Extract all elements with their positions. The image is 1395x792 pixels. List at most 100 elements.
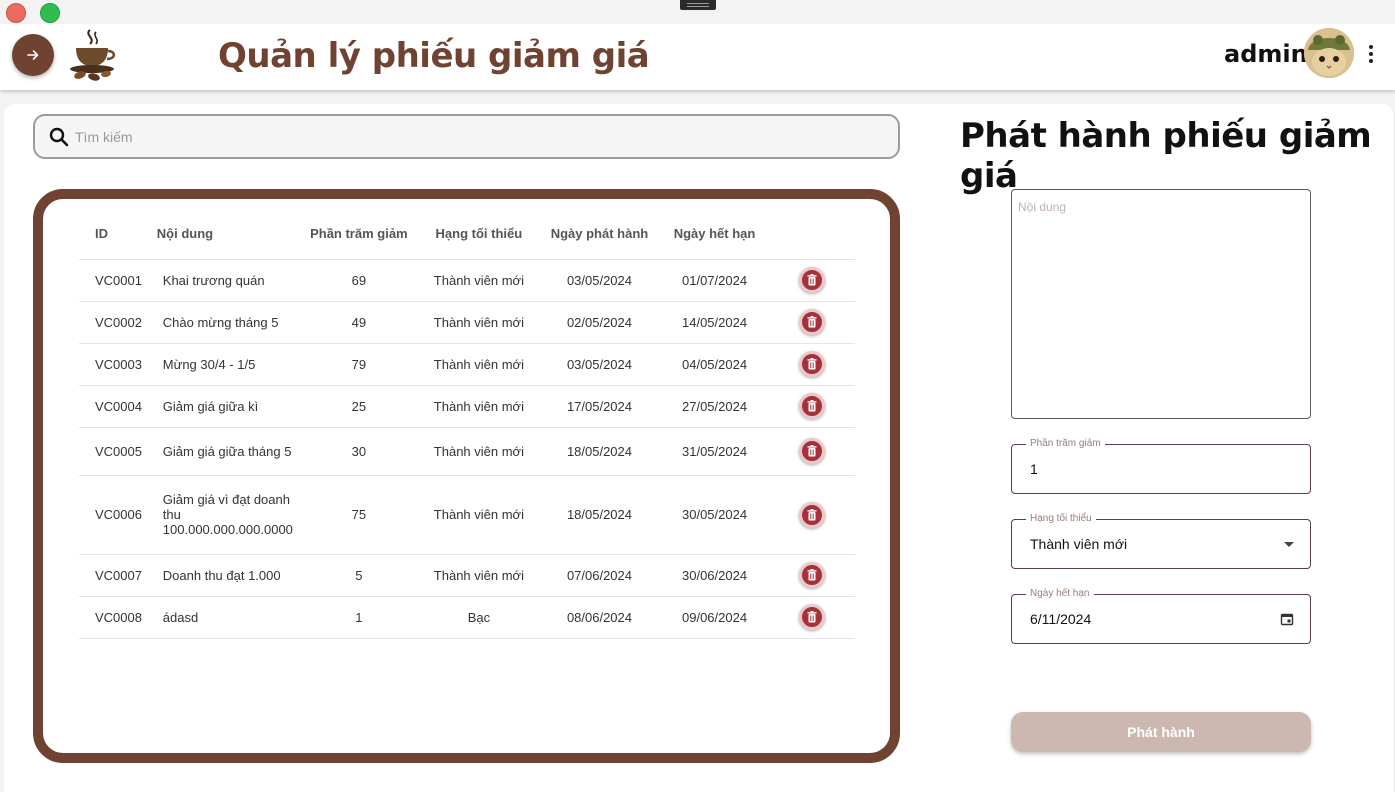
trash-icon xyxy=(807,445,817,457)
rank-select-label: Hạng tối thiểu xyxy=(1026,513,1096,524)
cell-actions xyxy=(769,475,855,555)
cell-percent: 5 xyxy=(298,554,419,597)
column-header-percent[interactable]: Phần trăm giảm xyxy=(298,209,419,260)
cell-actions xyxy=(769,343,855,386)
delete-button[interactable] xyxy=(799,438,826,464)
window-close-button[interactable] xyxy=(6,3,26,23)
column-header-content[interactable]: Nội dung xyxy=(156,209,299,260)
trash-icon xyxy=(807,508,817,520)
percent-field-value[interactable]: 1 xyxy=(1030,461,1038,477)
cell-content: ádasd xyxy=(156,596,299,639)
delete-button[interactable] xyxy=(799,309,826,335)
arrow-right-icon xyxy=(27,50,39,60)
voucher-table-frame: ID Nội dung Phần trăm giảm Hạng tối thiể… xyxy=(33,189,900,763)
cell-rank: Thành viên mới xyxy=(418,554,540,597)
window-maximize-button[interactable] xyxy=(40,3,60,23)
expiry-date-label: Ngày hết hạn xyxy=(1026,588,1094,599)
cell-percent: 1 xyxy=(298,596,419,639)
cell-issued: 18/05/2024 xyxy=(539,427,660,476)
table-row[interactable]: VC0007 Doanh thu đạt 1.000 5 Thành viên mới… xyxy=(79,554,855,597)
percent-field[interactable]: Phần trăm giảm 1 xyxy=(1011,438,1311,494)
cell-content: Khai trương quán xyxy=(156,259,299,302)
issue-voucher-button[interactable]: Phát hành xyxy=(1011,712,1311,752)
username-label: admin xyxy=(1224,40,1308,68)
rank-select[interactable]: Hạng tối thiểu Thành viên mới xyxy=(1011,513,1311,569)
delete-button[interactable] xyxy=(799,562,826,588)
column-header-issued[interactable]: Ngày phát hành xyxy=(539,209,660,260)
cell-issued: 18/05/2024 xyxy=(539,475,660,555)
cell-issued: 03/05/2024 xyxy=(539,259,660,302)
app-header: Quản lý phiếu giảm giá admin xyxy=(0,24,1395,90)
avatar[interactable] xyxy=(1304,28,1354,78)
trash-icon xyxy=(807,400,817,412)
cell-rank: Thành viên mới xyxy=(418,385,540,428)
cell-percent: 69 xyxy=(298,259,419,302)
cell-content: Chào mừng tháng 5 xyxy=(156,301,299,344)
delete-button[interactable] xyxy=(799,393,826,419)
cell-percent: 30 xyxy=(298,427,419,476)
cell-percent: 79 xyxy=(298,343,419,386)
column-header-rank[interactable]: Hạng tối thiểu xyxy=(418,209,540,260)
cell-issued: 17/05/2024 xyxy=(539,385,660,428)
cell-rank: Thành viên mới xyxy=(418,475,540,555)
cell-id: VC0005 xyxy=(79,427,157,476)
form-title: Phát hành phiếu giảm giá xyxy=(960,116,1372,196)
cell-actions xyxy=(769,259,855,302)
cell-issued: 07/06/2024 xyxy=(539,554,660,597)
cell-rank: Thành viên mới xyxy=(418,343,540,386)
cell-expires: 01/07/2024 xyxy=(659,259,770,302)
cell-percent: 25 xyxy=(298,385,419,428)
trash-icon xyxy=(807,358,817,370)
cell-issued: 03/05/2024 xyxy=(539,343,660,386)
cell-content: Giảm giá giữa kì xyxy=(156,385,299,428)
column-header-expires[interactable]: Ngày hết hạn xyxy=(659,209,770,260)
table-row[interactable]: VC0003 Mừng 30/4 - 1/5 79 Thành viên mới 03/… xyxy=(79,343,855,386)
delete-button[interactable] xyxy=(799,604,826,630)
cell-actions xyxy=(769,301,855,344)
expiry-date-field[interactable]: Ngày hết hạn 6/11/2024 xyxy=(1011,588,1311,644)
window-drag-handle[interactable] xyxy=(680,0,716,10)
cell-rank: Thành viên mới xyxy=(418,259,540,302)
nav-toggle-button[interactable] xyxy=(12,34,54,76)
cell-actions xyxy=(769,554,855,597)
cell-issued: 08/06/2024 xyxy=(539,596,660,639)
cell-expires: 09/06/2024 xyxy=(659,596,770,639)
dropdown-caret-icon[interactable] xyxy=(1284,542,1294,547)
table-row[interactable]: VC0002 Chào mừng tháng 5 49 Thành viên mới 0… xyxy=(79,301,855,344)
delete-button[interactable] xyxy=(799,351,826,377)
cell-id: VC0002 xyxy=(79,301,157,344)
more-vert-icon xyxy=(1369,45,1373,49)
table-row[interactable]: VC0005 Giảm giá giữa tháng 5 30 Thành viên … xyxy=(79,427,855,476)
calendar-icon[interactable] xyxy=(1280,612,1294,626)
percent-field-label: Phần trăm giảm xyxy=(1026,438,1105,449)
delete-button[interactable] xyxy=(799,501,826,528)
cell-id: VC0006 xyxy=(79,475,157,555)
trash-icon xyxy=(807,611,817,623)
cell-expires: 04/05/2024 xyxy=(659,343,770,386)
coffee-logo-icon xyxy=(66,26,120,82)
delete-button[interactable] xyxy=(799,267,826,293)
cell-id: VC0004 xyxy=(79,385,157,428)
search-bar[interactable] xyxy=(33,114,900,159)
content-textarea[interactable] xyxy=(1012,190,1310,418)
expiry-date-value[interactable]: 6/11/2024 xyxy=(1030,611,1091,627)
column-header-id[interactable]: ID xyxy=(79,209,157,260)
voucher-table: ID Nội dung Phần trăm giảm Hạng tối thiể… xyxy=(79,209,855,639)
cell-id: VC0007 xyxy=(79,554,157,597)
more-menu-button[interactable] xyxy=(1362,42,1380,66)
cell-actions xyxy=(769,385,855,428)
rank-select-value[interactable]: Thành viên mới xyxy=(1030,536,1127,552)
content-field[interactable] xyxy=(1011,189,1311,419)
table-row[interactable]: VC0006 Giảm giá vì đạt doanh thu 100.000.… xyxy=(79,475,855,555)
cell-content: Giảm giá giữa tháng 5 xyxy=(156,427,299,476)
cell-rank: Thành viên mới xyxy=(418,427,540,476)
column-header-actions xyxy=(769,209,855,260)
cell-issued: 02/05/2024 xyxy=(539,301,660,344)
table-row[interactable]: VC0008 ádasd 1 Bạc 08/06/2024 09/06/2024 xyxy=(79,596,855,639)
search-input[interactable] xyxy=(75,128,855,145)
table-row[interactable]: VC0001 Khai trương quán 69 Thành viên mới 03… xyxy=(79,259,855,302)
table-row[interactable]: VC0004 Giảm giá giữa kì 25 Thành viên mới 17… xyxy=(79,385,855,428)
search-icon xyxy=(49,127,69,146)
cell-expires: 30/06/2024 xyxy=(659,554,770,597)
table-header-row: ID Nội dung Phần trăm giảm Hạng tối thiể… xyxy=(79,209,855,260)
